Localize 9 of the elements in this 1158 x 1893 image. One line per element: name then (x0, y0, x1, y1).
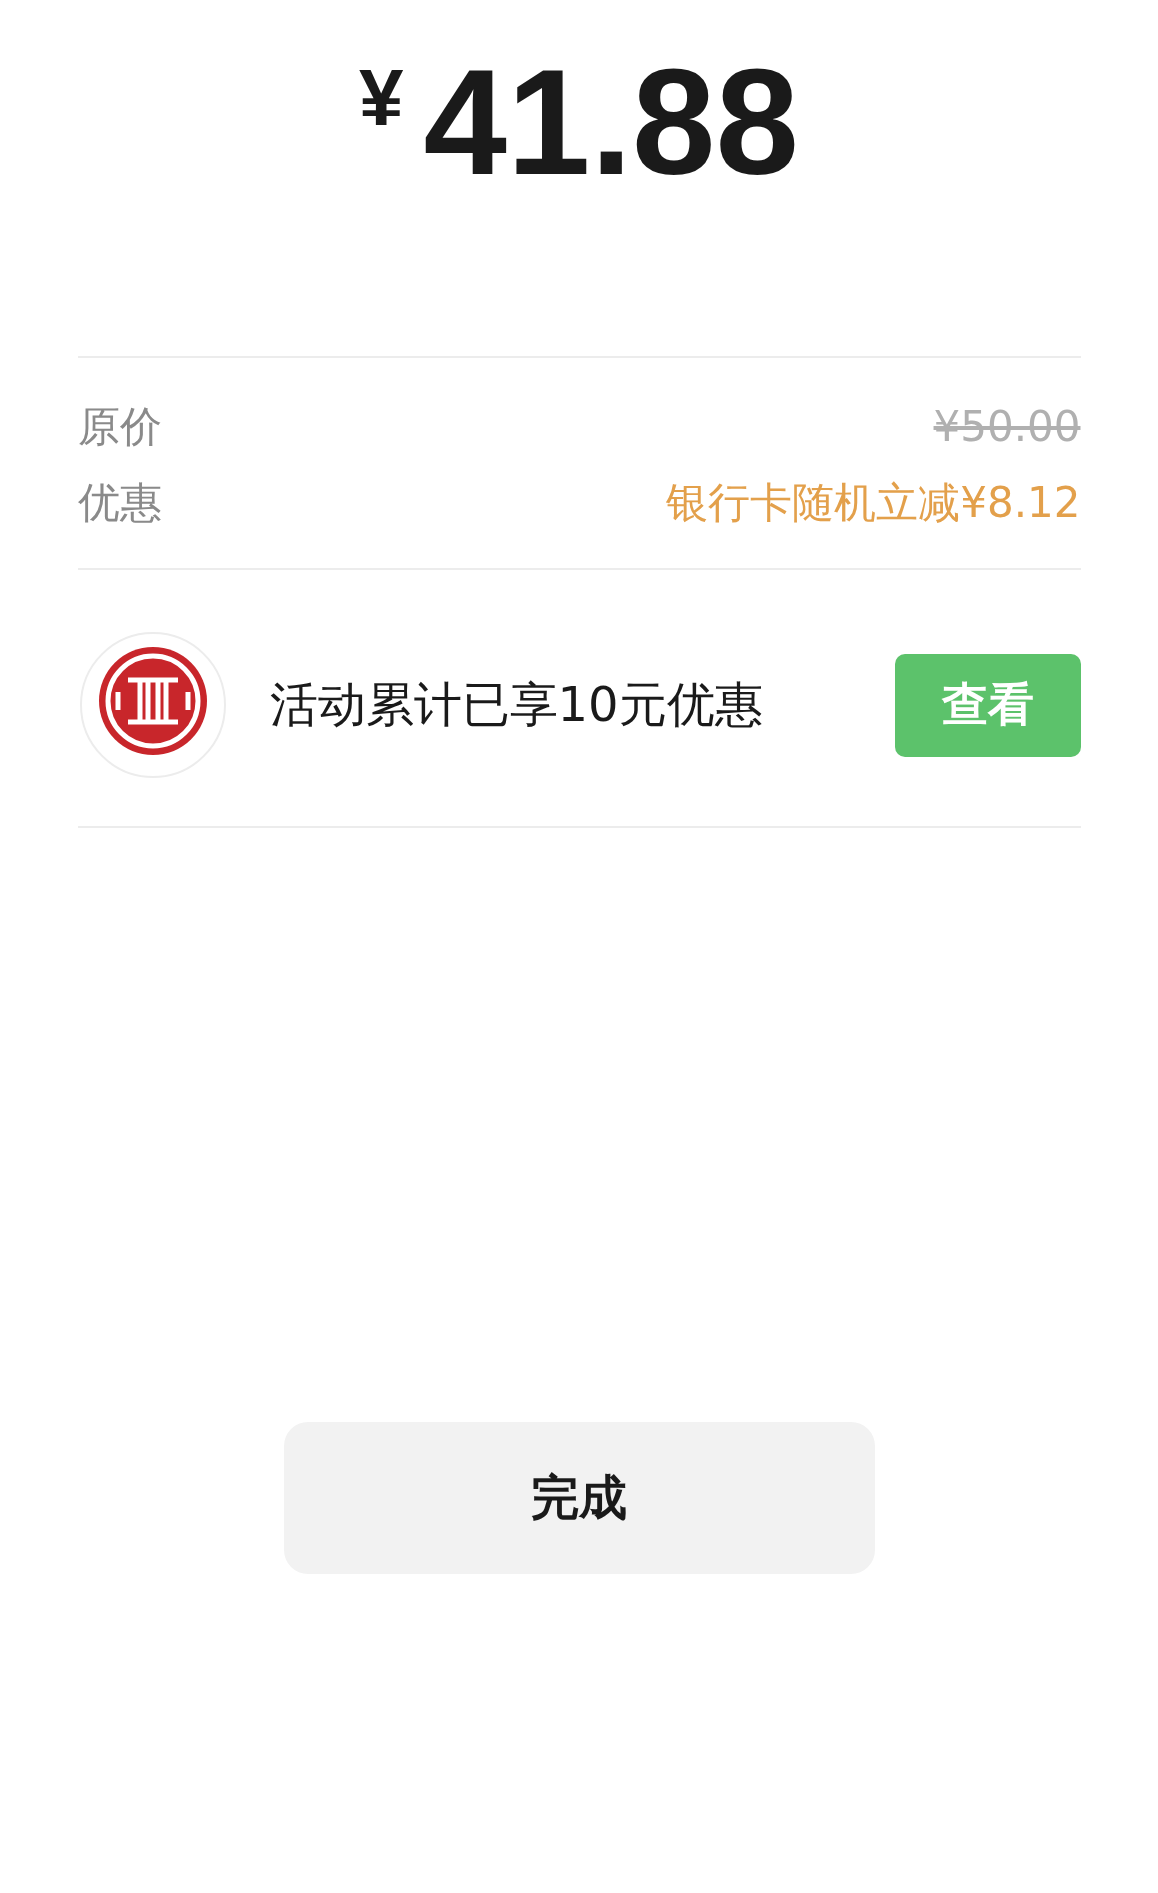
promo-text: 活动累计已享10元优惠 (269, 675, 764, 734)
detail-label: 原价 (77, 402, 162, 452)
bank-logo-icon (77, 630, 228, 780)
done-button[interactable]: 完成 (283, 1422, 875, 1574)
currency-symbol: ¥ (359, 52, 404, 144)
detail-value: ¥50.00 (933, 402, 1081, 452)
amount-value: 41.88 (423, 40, 799, 205)
detail-label: 优惠 (77, 478, 162, 528)
detail-value: 银行卡随机立减¥8.12 (666, 478, 1081, 528)
